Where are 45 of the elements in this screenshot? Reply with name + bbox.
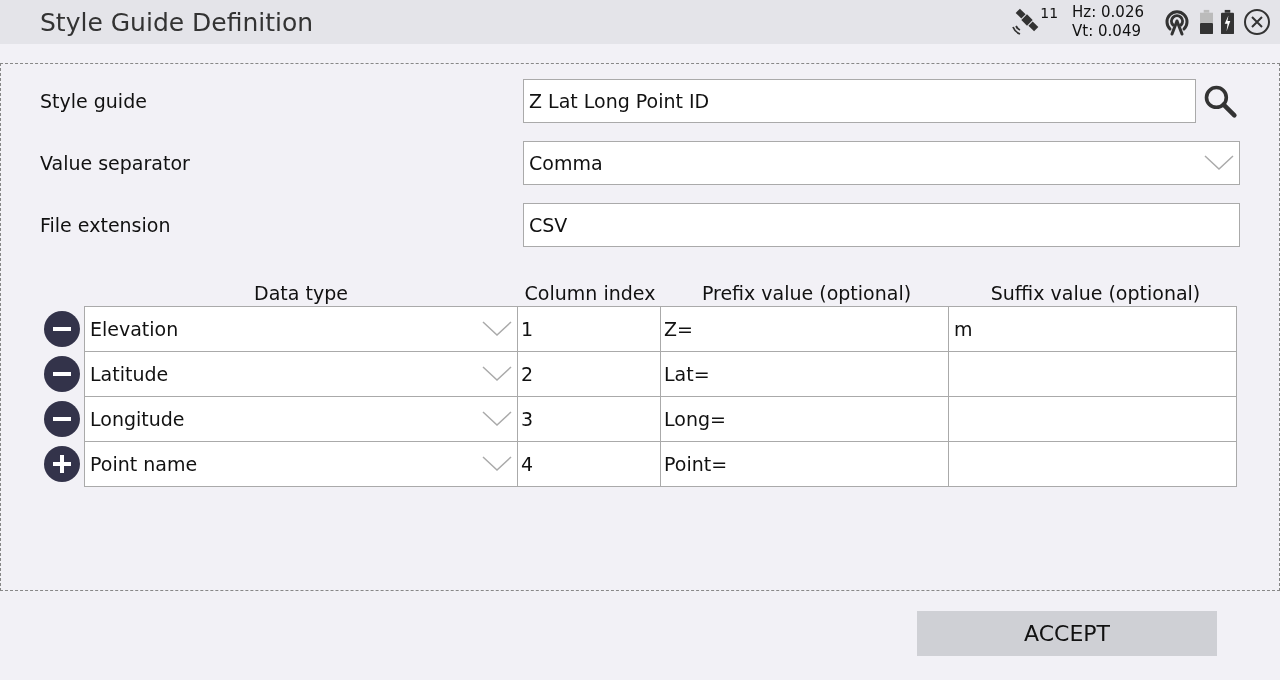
close-icon[interactable] <box>1242 7 1272 37</box>
chevron-down-icon <box>482 456 512 472</box>
column-header: Column index <box>523 282 657 306</box>
chevron-down-icon <box>482 411 512 427</box>
chevron-down-icon <box>482 366 512 382</box>
field-label: File extension <box>40 214 172 236</box>
satellite-icon <box>1010 7 1041 37</box>
battery-icon <box>1200 8 1213 36</box>
hz-precision: Hz: 0.026 <box>1072 3 1144 22</box>
column-index-field[interactable]: 4 <box>517 441 661 487</box>
prefix-field[interactable]: Lat= <box>660 351 949 397</box>
vt-precision: Vt: 0.049 <box>1072 22 1142 41</box>
column-header: Data type <box>253 282 349 306</box>
remove-row-icon[interactable] <box>44 355 80 392</box>
prefix-field[interactable]: Z= <box>660 306 949 352</box>
column-index-field[interactable]: 3 <box>517 396 661 442</box>
extension-field[interactable]: CSV <box>523 203 1240 247</box>
chevron-down-icon <box>482 321 512 337</box>
suffix-field[interactable] <box>948 351 1237 397</box>
remove-row-icon[interactable] <box>44 310 80 347</box>
separator-dropdown[interactable]: Comma <box>523 141 1240 185</box>
suffix-field[interactable] <box>948 441 1237 487</box>
satellite-count: 11 <box>1040 5 1059 21</box>
column-header: Prefix value (optional) <box>700 282 913 306</box>
data-type-dropdown[interactable]: Longitude <box>84 396 518 442</box>
prefix-field[interactable]: Point= <box>660 441 949 487</box>
add-row-icon[interactable] <box>44 445 80 482</box>
column-index-field[interactable]: 2 <box>517 351 661 397</box>
field-label: Value separator <box>40 152 191 174</box>
field-label: Style guide <box>40 90 148 112</box>
suffix-field[interactable]: m <box>948 306 1237 352</box>
prefix-field[interactable]: Long= <box>660 396 949 442</box>
battery-charging-icon <box>1221 8 1234 36</box>
chevron-down-icon <box>1204 155 1234 171</box>
window-title: Style Guide Definition <box>40 7 314 37</box>
data-type-dropdown[interactable]: Latitude <box>84 351 518 397</box>
column-index-field[interactable]: 1 <box>517 306 661 352</box>
column-header: Suffix value (optional) <box>989 282 1202 306</box>
style-guide-field[interactable]: Z Lat Long Point ID <box>523 79 1196 123</box>
search-icon[interactable] <box>1202 83 1238 119</box>
accept-button[interactable]: ACCEPT <box>917 611 1217 656</box>
remove-row-icon[interactable] <box>44 400 80 437</box>
data-type-dropdown[interactable]: Point name <box>84 441 518 487</box>
data-type-dropdown[interactable]: Elevation <box>84 306 518 352</box>
suffix-field[interactable] <box>948 396 1237 442</box>
